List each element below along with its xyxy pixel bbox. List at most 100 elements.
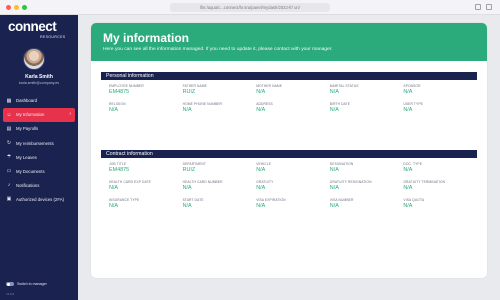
sidebar-item-label: Notifications xyxy=(16,182,40,188)
sidebar-item-label: My Information xyxy=(16,112,45,118)
document-icon: ▭ xyxy=(6,168,12,175)
field-item: JOB TITLE EM4875 xyxy=(109,158,183,176)
close-window-button[interactable] xyxy=(6,5,11,10)
field-value: N/A xyxy=(182,107,192,113)
field-item: FATHER NAME RUIZ xyxy=(183,80,257,98)
switch-to-manager-toggle[interactable]: Switch to manager xyxy=(6,282,47,286)
browser-titlebar: file:/aqua/c...connect/hr.sra/panel/myda… xyxy=(0,0,500,15)
avatar[interactable] xyxy=(23,48,45,70)
field-value: N/A xyxy=(403,203,413,209)
field-value: N/A xyxy=(329,107,339,113)
field-item: SPONSOR N/A xyxy=(403,80,477,98)
field-value: N/A xyxy=(329,203,339,209)
field-item: RELIGION N/A xyxy=(109,98,183,116)
field-item: GRATUITY RESIGNATION N/A xyxy=(330,176,404,194)
sidebar-item-bell[interactable]: ♪ Notifications xyxy=(0,179,78,193)
grid-icon: ▦ xyxy=(6,97,12,104)
field-item: START DATE N/A xyxy=(183,194,257,212)
field-value: N/A xyxy=(329,89,339,95)
sidebar-item-document[interactable]: ▭ My Documents xyxy=(0,164,78,178)
sidebar-item-label: My Documents xyxy=(16,168,45,174)
browser-toolbar xyxy=(475,4,492,10)
sidebar-item-label: My Payrolls xyxy=(16,126,39,132)
field-value: RUIZ xyxy=(182,167,196,173)
field-label: JOB TITLE xyxy=(109,162,127,166)
field-value: N/A xyxy=(256,203,266,209)
field-label: RELIGION xyxy=(109,102,126,106)
field-value: N/A xyxy=(256,185,266,191)
field-value: N/A xyxy=(329,167,339,173)
field-item: VISA NUMBER N/A xyxy=(330,194,404,212)
field-value: N/A xyxy=(256,89,266,95)
sidebar-item-user[interactable]: ☺ My Information › xyxy=(3,108,75,122)
toggle-icon[interactable] xyxy=(6,282,14,286)
user-email: karla.smith@company.es xyxy=(18,81,60,85)
field-label: GRATUITY RESIGNATION xyxy=(329,180,372,184)
page-title: My information xyxy=(103,31,189,45)
reimbursement-icon: ↻ xyxy=(6,140,12,147)
field-item: DOC. TYPE N/A xyxy=(403,158,477,176)
field-value: EM4875 xyxy=(109,89,130,95)
field-label: GRATUITY TERMINATION xyxy=(403,180,446,184)
contract-information-section: Contract information JOB TITLE EM4875 DEPA… xyxy=(101,150,477,212)
field-item: VISA EXPIRATION N/A xyxy=(256,194,330,212)
field-item: DESIGNATION N/A xyxy=(330,158,404,176)
personal-fields-grid: EMPLOYEE NUMBER EM4875 FATHER NAME RUIZ MOTH… xyxy=(101,80,477,116)
field-label: DESIGNATION xyxy=(329,162,354,166)
field-item: GRATUITY TERMINATION N/A xyxy=(403,176,477,194)
field-label: MOTHER NAME xyxy=(256,84,283,88)
field-value: EM4875 xyxy=(109,167,130,173)
sidebar-item-device[interactable]: ▣ Authorized devices (2FA) xyxy=(0,193,78,207)
sidebar-item-leave[interactable]: ☂ My Leaves xyxy=(0,150,78,164)
field-item: MOTHER NAME N/A xyxy=(256,80,330,98)
field-label: HOME PHONE NUMBER xyxy=(182,102,223,106)
field-value: N/A xyxy=(182,185,192,191)
field-label: VISA QUOTA xyxy=(403,198,425,202)
version-label: v1.0.0 xyxy=(6,292,15,296)
logo-text: connect xyxy=(8,19,57,34)
field-item: VISA QUOTA N/A xyxy=(403,194,477,212)
field-item: INSURANCE TYPE N/A xyxy=(109,194,183,212)
section-heading: Personal information xyxy=(101,72,477,80)
share-icon[interactable] xyxy=(475,4,481,10)
sidebar-item-grid[interactable]: ▦ Dashboard xyxy=(0,94,78,108)
field-label: DEPARTMENT xyxy=(182,162,207,166)
field-label: ADDRESS xyxy=(256,102,273,106)
field-value: N/A xyxy=(403,167,413,173)
address-bar[interactable]: file:/aqua/c...connect/hr.sra/panel/myda… xyxy=(170,3,330,12)
logo: connect xyxy=(8,20,70,34)
field-item: BIRTH DATE N/A xyxy=(330,98,404,116)
field-item: DEPARTMENT RUIZ xyxy=(183,158,257,176)
field-label: START DATE xyxy=(182,198,204,202)
maximize-window-button[interactable] xyxy=(22,5,27,10)
minimize-window-button[interactable] xyxy=(14,5,19,10)
sidebar-nav: ▦ Dashboard ☺ My Information › ▤ My Payrolls ↻ M… xyxy=(0,94,78,207)
field-item: HEALTH CARD NUMBER N/A xyxy=(183,176,257,194)
field-value: N/A xyxy=(109,185,118,191)
field-label: HEALTH CARD EXP DATE xyxy=(109,180,151,184)
sidebar-item-label: Authorized devices (2FA) xyxy=(16,196,65,202)
field-label: USER TYPE xyxy=(403,102,423,106)
bell-icon: ♪ xyxy=(7,182,11,189)
field-value: N/A xyxy=(403,89,413,95)
page-header: My information Here you can see all the … xyxy=(91,23,487,61)
device-icon: ▣ xyxy=(6,196,12,203)
field-label: VEHICLE xyxy=(256,162,271,166)
field-item: USER TYPE N/A xyxy=(403,98,477,116)
field-item: MARITAL STATUS N/A xyxy=(330,80,404,98)
field-item: HOME PHONE NUMBER N/A xyxy=(183,98,257,116)
payroll-icon: ▤ xyxy=(6,125,12,132)
app-window: file:/aqua/c...connect/hr.sra/panel/myda… xyxy=(0,0,500,300)
sidebar-item-payroll[interactable]: ▤ My Payrolls xyxy=(0,122,78,136)
sidebar-item-label: My Leaves xyxy=(16,154,37,160)
field-value: N/A xyxy=(329,185,339,191)
sidebar: connect RESOURCES Karla Smith karla.smit… xyxy=(0,15,78,300)
section-heading: Contract information xyxy=(101,150,477,158)
contract-fields-grid: JOB TITLE EM4875 DEPARTMENT RUIZ VEHICLE N/A D… xyxy=(101,158,477,212)
sidebar-item-reimbursement[interactable]: ↻ My reimbursements xyxy=(0,136,78,150)
window-controls xyxy=(6,5,27,10)
tabs-icon[interactable] xyxy=(486,4,492,10)
field-value: N/A xyxy=(403,185,413,191)
field-label: VISA NUMBER xyxy=(329,198,354,202)
field-value: N/A xyxy=(109,107,118,113)
